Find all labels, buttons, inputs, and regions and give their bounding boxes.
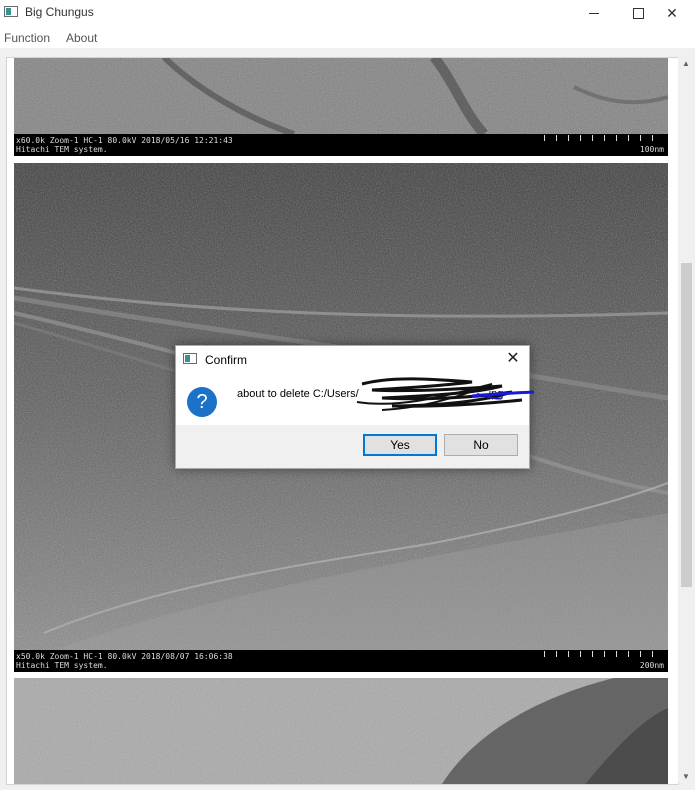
scale-ruler: [544, 651, 664, 657]
no-button[interactable]: No: [444, 434, 518, 456]
minimize-icon: [589, 12, 599, 14]
minimize-button[interactable]: [571, 0, 617, 26]
scroll-down-icon[interactable]: ▼: [682, 772, 690, 781]
scale-label: 200nm: [639, 661, 664, 670]
menu-about[interactable]: About: [66, 31, 97, 45]
dialog-button-bar: Yes No: [176, 425, 529, 468]
dialog-close-button[interactable]: ✕: [503, 348, 523, 370]
image-caption-2: x50.0k Zoom-1 HC-1 80.0kV 2018/08/07 16:…: [14, 650, 668, 672]
image-caption-1: x60.0k Zoom-1 HC-1 80.0kV 2018/05/16 12:…: [14, 134, 668, 156]
close-icon: ✕: [666, 4, 678, 21]
dialog-title: Confirm: [205, 353, 248, 367]
caption-line2: Hitachi TEM system.: [16, 145, 108, 154]
title-bar: Big Chungus ✕: [0, 0, 695, 26]
maximize-icon: [632, 7, 644, 19]
yes-button[interactable]: Yes: [363, 434, 437, 456]
caption-line1: x50.0k Zoom-1 HC-1 80.0kV 2018/08/07 16:…: [16, 652, 233, 661]
scale-ruler: [544, 135, 664, 141]
window-title: Big Chungus: [25, 5, 94, 19]
caption-line1: x60.0k Zoom-1 HC-1 80.0kV 2018/05/16 12:…: [16, 136, 233, 145]
redaction-scribble: [356, 377, 535, 411]
scroll-up-icon[interactable]: ▲: [682, 59, 690, 68]
menu-function[interactable]: Function: [4, 31, 50, 45]
confirm-dialog: Confirm ✕ ? about to delete C:/Users/jpg…: [175, 345, 535, 469]
tem-image-1[interactable]: x60.0k Zoom-1 HC-1 80.0kV 2018/05/16 12:…: [14, 58, 668, 156]
caption-line2: Hitachi TEM system.: [16, 661, 108, 670]
app-icon: [4, 6, 18, 17]
tem-micrograph-1: [14, 58, 668, 134]
close-window-button[interactable]: ✕: [649, 0, 695, 26]
tem-micrograph-3: [14, 678, 668, 784]
tem-image-3[interactable]: [14, 678, 668, 784]
close-icon: ✕: [506, 350, 520, 367]
question-icon: ?: [187, 387, 217, 417]
dialog-app-icon: [183, 353, 197, 364]
vertical-scrollbar[interactable]: ▲ ▼: [678, 57, 695, 783]
scrollbar-thumb[interactable]: [681, 263, 692, 587]
message-text: about to delete C:/Users/: [237, 388, 359, 400]
scale-label: 100nm: [639, 145, 664, 154]
menu-bar: Function About: [0, 28, 695, 48]
